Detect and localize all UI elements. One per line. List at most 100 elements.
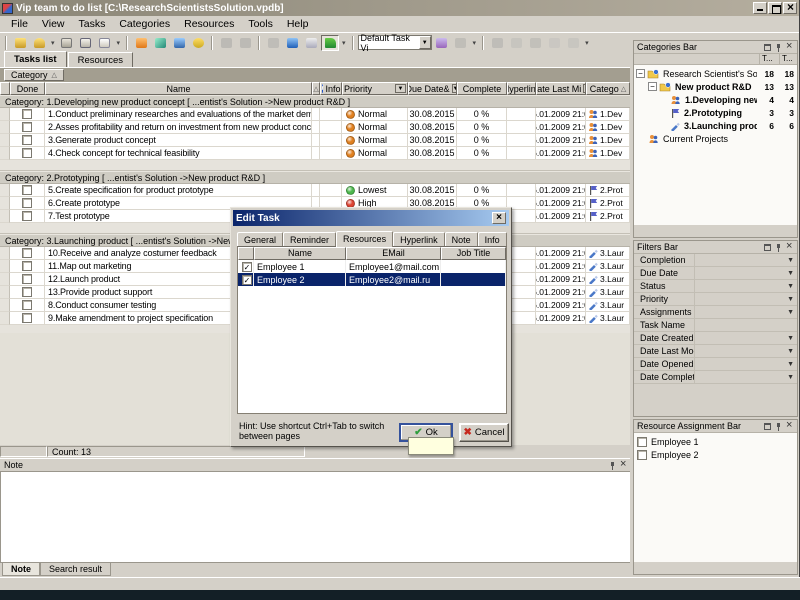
sync-button[interactable] [564,35,582,51]
delete-view-button[interactable] [452,35,470,51]
bottom-tab[interactable]: Note [2,563,40,576]
move-down-button[interactable] [217,35,235,51]
assign-resource-button[interactable] [170,35,188,51]
filter-value[interactable]: ▼ [694,371,797,383]
tree-item[interactable]: Current Projects [634,132,797,145]
toolbar-overflow-icon[interactable]: ▾ [340,39,348,47]
resource-checkbox[interactable]: ✓ [242,262,252,272]
menu-item[interactable]: File [4,16,35,32]
done-checkbox[interactable] [22,198,32,208]
column-priority[interactable]: Priority▼ [342,82,408,95]
filter-row[interactable]: Task Name [634,319,797,332]
done-checkbox[interactable] [22,287,32,297]
new-list-button[interactable] [11,35,29,51]
cancel-button[interactable]: ✖ Cancel [459,423,509,442]
task-row[interactable]: 3.Generate product concept Normal 30.08.… [0,134,632,147]
close-icon[interactable] [619,461,628,470]
tree-item[interactable]: 3.Launching product 6 6 [634,119,797,132]
toolbar-overflow-icon[interactable]: ▾ [583,39,591,47]
filter-value[interactable]: ▼ [694,293,797,305]
move-up-button[interactable] [236,35,254,51]
column-job-title[interactable]: Job Title [441,247,506,260]
open-button[interactable] [30,35,48,51]
done-checkbox[interactable] [22,300,32,310]
chart-button[interactable] [507,35,525,51]
task-row[interactable]: 4.Check concept for technical feasibilit… [0,147,632,160]
filter-value[interactable]: ▼ [694,358,797,370]
complete-task-button[interactable] [264,35,282,51]
done-checkbox[interactable] [22,109,32,119]
column-done[interactable]: Done [10,82,45,95]
task-row[interactable]: 1.Conduct preliminary researches and eva… [0,108,632,121]
filter-row[interactable]: Date Completed ▼ [634,371,797,384]
menu-item[interactable]: Tools [241,16,280,32]
bottom-tab[interactable]: Search result [40,563,111,576]
toolbar-overflow-icon[interactable]: ▾ [115,39,123,47]
column-complete[interactable]: Complete [457,82,507,95]
close-icon[interactable] [785,422,794,431]
minimize-button[interactable] [753,2,767,14]
edit-task-button[interactable] [151,35,169,51]
combobox-dropdown-icon[interactable]: ▼ [419,36,431,49]
filter-dropdown-icon[interactable]: ▼ [395,84,406,93]
dialog-close-button[interactable]: × [492,212,506,224]
filter-row[interactable]: Date Created ▼ [634,332,797,345]
maximize-panel-icon[interactable] [763,422,772,431]
tree-item[interactable]: − New product R&D 13 13 [634,80,797,93]
pin-icon[interactable] [774,43,783,52]
done-checkbox[interactable] [22,148,32,158]
dialog-tab[interactable]: Resources [336,231,393,247]
resource-row[interactable]: ✓ Employee 2 Employee2@mail.ru [238,273,506,286]
task-row[interactable]: 5.Create specification for product proto… [0,184,632,197]
main-tab[interactable]: Tasks list [4,51,67,67]
send-task-button[interactable] [302,35,320,51]
done-checkbox[interactable] [22,261,32,271]
done-checkbox[interactable] [22,185,32,195]
group-by-category-button[interactable]: Category △ [4,69,64,81]
column-email[interactable]: EMail [346,247,441,260]
resource-checkbox[interactable] [637,437,647,447]
restore-button[interactable] [768,2,782,14]
filter-value[interactable]: ▼ [694,306,797,318]
tree-item[interactable]: 1.Developing new produ 4 4 [634,93,797,106]
done-checkbox[interactable] [22,274,32,284]
pin-icon[interactable] [774,243,783,252]
filter-row[interactable]: Priority ▼ [634,293,797,306]
filter-value[interactable] [694,319,797,331]
filter-value[interactable]: ▼ [694,254,797,266]
tree-item[interactable]: 2.Prototyping 3 3 [634,106,797,119]
task-row[interactable]: 2.Asses profitability and return on inve… [0,121,632,134]
column-hyperlink[interactable]: Hyperlink [507,82,536,95]
maximize-panel-icon[interactable] [763,43,772,52]
main-tab[interactable]: Resources [68,52,133,67]
tree-expander-icon[interactable]: − [648,82,657,91]
column-date-last-modified[interactable]: Date Last Mi▼ [536,82,586,95]
done-checkbox[interactable] [22,135,32,145]
pin-icon[interactable] [774,422,783,431]
close-button[interactable] [783,2,797,14]
column-sort[interactable]: △ [312,82,320,95]
filter-value[interactable]: ▼ [694,345,797,357]
resource-row[interactable]: ✓ Employee 1 Employee1@mail.com [238,260,506,273]
tree-item[interactable]: − Research Scientist's Solution 18 18 [634,67,797,80]
filter-row[interactable]: Due Date ▼ [634,267,797,280]
filter-value[interactable]: ▼ [694,332,797,344]
close-icon[interactable] [785,43,794,52]
report-button[interactable] [488,35,506,51]
filter-value[interactable]: ▼ [694,267,797,279]
resource-item[interactable]: Employee 1 [637,435,794,448]
add-task-button[interactable] [132,35,150,51]
filter-row[interactable]: Date Opened ▼ [634,358,797,371]
done-checkbox[interactable] [22,122,32,132]
category-group-header[interactable]: Category: 1.Developing new product conce… [0,95,632,108]
filter-row[interactable]: Status ▼ [634,280,797,293]
print-button[interactable] [77,35,95,51]
save-button[interactable] [58,35,76,51]
mail-button[interactable] [545,35,563,51]
filter-flag-button[interactable] [321,35,339,51]
open-dropdown-icon[interactable]: ▾ [49,39,57,47]
maximize-panel-icon[interactable] [763,243,772,252]
export-button[interactable] [526,35,544,51]
menu-item[interactable]: View [35,16,72,32]
resource-checkbox[interactable]: ✓ [242,275,252,285]
